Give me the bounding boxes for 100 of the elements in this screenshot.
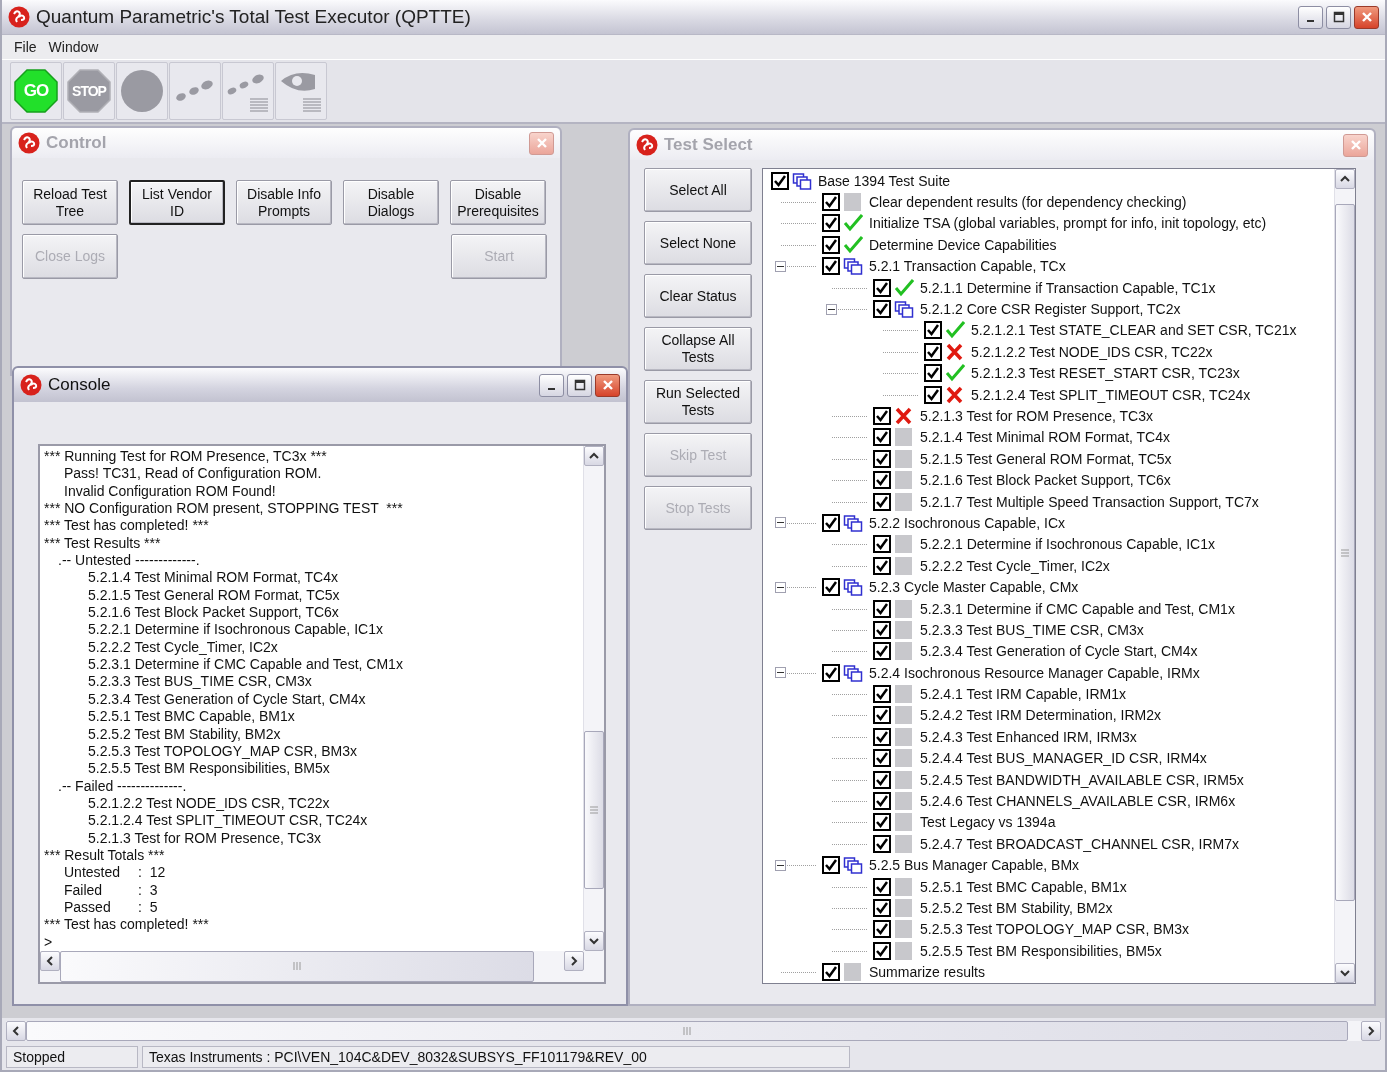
checkbox[interactable] xyxy=(873,535,891,554)
checkbox[interactable] xyxy=(924,321,942,340)
checkbox[interactable] xyxy=(873,813,891,832)
action-button[interactable]: Reload Test Tree xyxy=(22,180,118,225)
collapse-toggle[interactable] xyxy=(775,517,786,529)
test-label[interactable]: 5.2.4 Isochronous Resource Manager Capable, IRMx xyxy=(869,664,1200,681)
checkbox[interactable] xyxy=(873,278,891,297)
checkbox[interactable] xyxy=(873,642,891,661)
scroll-right-button[interactable] xyxy=(564,950,584,971)
checkbox[interactable] xyxy=(924,364,942,383)
action-button[interactable]: Disable Prerequisites xyxy=(450,180,546,225)
action-button[interactable]: Run Selected Tests xyxy=(644,380,752,424)
action-button[interactable]: Collapse All Tests xyxy=(644,327,752,371)
close-button[interactable] xyxy=(595,373,620,397)
scroll-thumb[interactable] xyxy=(1335,204,1355,902)
menu-item[interactable]: File xyxy=(8,37,43,57)
action-button[interactable]: Select None xyxy=(644,221,752,265)
test-label[interactable]: 5.2.2.2 Test Cycle_Timer, IC2x xyxy=(920,557,1110,574)
action-button[interactable]: List Vendor ID xyxy=(129,180,225,225)
checkbox[interactable] xyxy=(873,770,891,789)
action-button[interactable]: Disable Dialogs xyxy=(343,180,439,225)
test-label[interactable]: 5.2.3.1 Determine if CMC Capable and Test, CM1x xyxy=(920,600,1235,617)
test-label[interactable]: 5.2.1.3 Test for ROM Presence, TC3x xyxy=(920,408,1153,424)
test-label[interactable]: 5.2.4.1 Test IRM Capable, IRM1x xyxy=(920,686,1126,703)
test-label[interactable]: 5.2.4.2 Test IRM Determination, IRM2x xyxy=(920,707,1161,724)
test-label[interactable]: 5.2.1.2.3 Test RESET_START CSR, TC23x xyxy=(971,365,1240,382)
test-label[interactable]: 5.2.4.6 Test CHANNELS_AVAILABLE CSR, IRM6x xyxy=(920,793,1236,809)
checkbox[interactable] xyxy=(822,257,840,276)
collapse-toggle[interactable] xyxy=(775,260,786,272)
checkbox[interactable] xyxy=(873,620,891,639)
checkbox[interactable] xyxy=(873,898,891,917)
scroll-thumb[interactable] xyxy=(60,950,534,982)
checkbox[interactable] xyxy=(873,407,891,425)
test-label[interactable]: 5.2.4.3 Test Enhanced IRM, IRM3x xyxy=(920,728,1137,745)
checkbox[interactable] xyxy=(822,235,840,254)
test-label[interactable]: 5.2.1.5 Test General ROM Format, TC5x xyxy=(920,450,1172,467)
maximize-button[interactable] xyxy=(567,373,592,397)
collapse-toggle[interactable] xyxy=(775,667,786,679)
collapse-toggle[interactable] xyxy=(775,581,786,593)
test-label[interactable]: Clear dependent results (for dependency checking) xyxy=(869,194,1187,211)
scroll-right-button[interactable] xyxy=(1361,1021,1381,1041)
checkbox[interactable] xyxy=(873,685,891,704)
checkbox[interactable] xyxy=(873,727,891,746)
test-label[interactable]: Summarize results xyxy=(869,964,985,981)
scroll-down-button[interactable] xyxy=(1335,963,1355,983)
checkbox[interactable] xyxy=(873,941,891,960)
action-button[interactable]: Select All xyxy=(644,168,752,212)
test-label[interactable]: Test Legacy vs 1394a xyxy=(920,814,1056,831)
checkbox[interactable] xyxy=(924,385,942,404)
test-label[interactable]: 5.2.2 Isochronous Capable, ICx xyxy=(869,514,1066,531)
test-label[interactable]: 5.2.4.4 Test BUS_MANAGER_ID CSR, IRM4x xyxy=(920,750,1207,767)
test-label[interactable]: 5.2.1.6 Test Block Packet Support, TC6x xyxy=(920,472,1171,489)
test-label[interactable]: 5.2.4.5 Test BANDWIDTH_AVAILABLE CSR, IRM5x xyxy=(920,771,1244,788)
checkbox[interactable] xyxy=(873,556,891,575)
checkbox[interactable] xyxy=(873,449,891,468)
checkbox[interactable] xyxy=(873,300,891,319)
test-label[interactable]: 5.2.1.7 Test Multiple Speed Transaction Support, TC7x xyxy=(920,493,1259,510)
checkbox[interactable] xyxy=(873,792,891,810)
checkbox[interactable] xyxy=(822,663,840,682)
test-label[interactable]: 5.2.5.1 Test BMC Capable, BM1x xyxy=(920,878,1127,895)
checkbox[interactable] xyxy=(873,877,891,896)
checkbox[interactable] xyxy=(873,599,891,618)
checkbox[interactable] xyxy=(924,342,942,361)
test-label[interactable]: 5.2.4.7 Test BROADCAST_CHANNEL CSR, IRM7x xyxy=(920,835,1239,852)
minimize-button[interactable] xyxy=(539,373,564,397)
test-label[interactable]: 5.2.5.3 Test TOPOLOGY_MAP CSR, BM3x xyxy=(920,921,1189,938)
test-label[interactable]: 5.2.5 Bus Manager Capable, BMx xyxy=(869,857,1080,874)
menu-item[interactable]: Window xyxy=(42,37,105,57)
test-label[interactable]: 5.2.1.2.1 Test STATE_CLEAR and SET CSR, TC21x xyxy=(971,322,1297,339)
vertical-scrollbar[interactable] xyxy=(583,446,604,951)
test-label[interactable]: 5.2.3 Cycle Master Capable, CMx xyxy=(869,579,1079,596)
checkbox[interactable] xyxy=(822,513,840,532)
checkbox[interactable] xyxy=(822,214,840,233)
collapse-toggle[interactable] xyxy=(775,859,786,871)
checkbox[interactable] xyxy=(822,578,840,597)
test-label[interactable]: 5.2.1.2.4 Test SPLIT_TIMEOUT CSR, TC24x xyxy=(971,386,1251,403)
test-label[interactable]: Initialize TSA (global variables, prompt for info, init topology, etc) xyxy=(869,215,1267,232)
checkbox[interactable] xyxy=(873,471,891,490)
checkbox[interactable] xyxy=(873,706,891,725)
test-label[interactable]: 5.2.3.3 Test BUS_TIME CSR, CM3x xyxy=(920,621,1144,638)
scroll-thumb[interactable] xyxy=(584,731,604,890)
test-label[interactable]: Determine Device Capabilities xyxy=(869,236,1057,253)
test-label[interactable]: 5.2.1 Transaction Capable, TCx xyxy=(869,258,1066,275)
checkbox[interactable] xyxy=(873,428,891,447)
test-label[interactable]: Base 1394 Test Suite xyxy=(818,172,951,189)
scroll-left-button[interactable] xyxy=(6,1021,26,1041)
test-label[interactable]: 5.2.2.1 Determine if Isochronous Capable, IC1x xyxy=(920,536,1215,553)
checkbox[interactable] xyxy=(822,193,840,212)
test-label[interactable]: 5.2.5.2 Test BM Stability, BM2x xyxy=(920,899,1113,916)
scroll-down-button[interactable] xyxy=(584,930,604,951)
vertical-scrollbar[interactable] xyxy=(1334,169,1355,983)
maximize-button[interactable] xyxy=(1326,5,1351,29)
checkbox[interactable] xyxy=(873,492,891,511)
action-button[interactable]: Disable Info Prompts xyxy=(236,180,332,225)
test-label[interactable]: 5.2.1.2.2 Test NODE_IDS CSR, TC22x xyxy=(971,343,1213,360)
scroll-up-button[interactable] xyxy=(1335,169,1355,189)
test-label[interactable]: 5.2.1.4 Test Minimal ROM Format, TC4x xyxy=(920,429,1170,446)
minimize-button[interactable] xyxy=(1298,5,1323,29)
close-button[interactable] xyxy=(1354,5,1379,29)
checkbox[interactable] xyxy=(873,834,891,853)
